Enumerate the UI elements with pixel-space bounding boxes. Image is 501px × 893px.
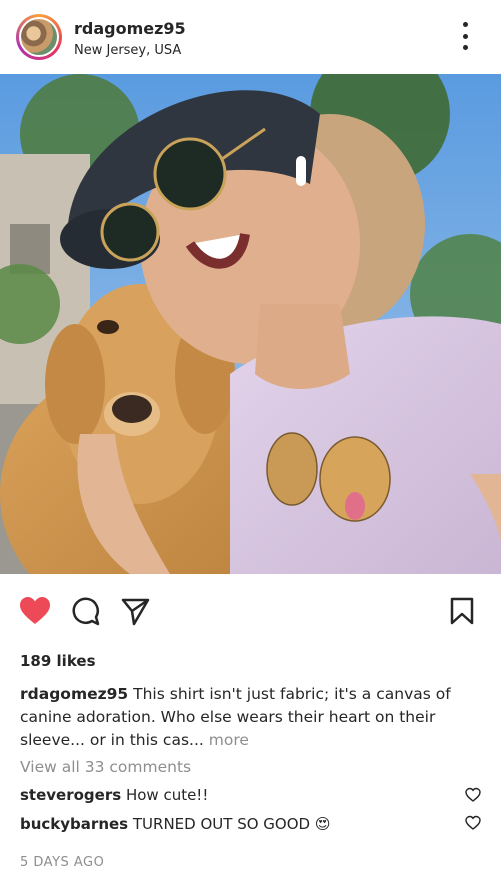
- post-header: rdagomez95 New Jersey, USA: [0, 0, 501, 74]
- bookmark-icon: [450, 597, 474, 625]
- heart-eyes-emoji: 😍: [314, 815, 331, 833]
- post-location[interactable]: New Jersey, USA: [74, 43, 181, 58]
- comment-row: steverogers How cute!!: [20, 786, 460, 804]
- share-button[interactable]: [118, 594, 152, 628]
- post-actions: [0, 594, 501, 628]
- comment-heart-icon[interactable]: [465, 815, 481, 831]
- comment-button[interactable]: [68, 594, 102, 628]
- comment-icon: [72, 597, 100, 626]
- post-caption: rdagomez95 This shirt isn't just fabric;…: [20, 683, 482, 752]
- save-button[interactable]: [445, 594, 479, 628]
- caption-username[interactable]: rdagomez95: [20, 685, 128, 703]
- heart-icon: [20, 597, 50, 624]
- post-photo[interactable]: [0, 74, 501, 574]
- comment-row: buckybarnes TURNED OUT SO GOOD 😍: [20, 815, 460, 833]
- comment-heart-icon[interactable]: [465, 787, 481, 803]
- more-options-button[interactable]: [455, 22, 475, 50]
- avatar-story-ring[interactable]: [16, 14, 62, 60]
- more-dot: [462, 33, 468, 39]
- post-image: [0, 74, 501, 574]
- comment-text: How cute!!: [125, 786, 209, 804]
- comment-username[interactable]: steverogers: [20, 786, 121, 804]
- post-username[interactable]: rdagomez95: [74, 19, 186, 38]
- likes-count[interactable]: 189 likes: [20, 652, 96, 670]
- view-all-comments-link[interactable]: View all 33 comments: [20, 758, 191, 776]
- more-dot: [462, 45, 468, 50]
- comment-username[interactable]: buckybarnes: [20, 815, 128, 833]
- post-timestamp: 5 DAYS AGO: [20, 855, 105, 870]
- like-button[interactable]: [18, 594, 52, 628]
- send-icon: [121, 598, 150, 626]
- comment-text: TURNED OUT SO GOOD: [132, 815, 311, 833]
- more-vertical-icon: [462, 22, 468, 27]
- caption-more-link[interactable]: more: [209, 731, 249, 749]
- avatar[interactable]: [19, 17, 59, 57]
